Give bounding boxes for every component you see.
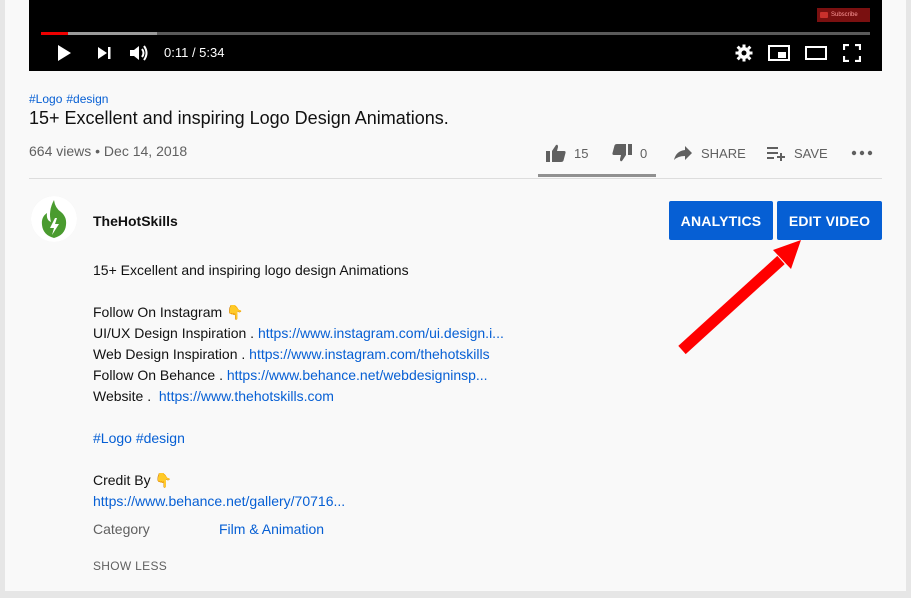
credit-link[interactable]: https://www.behance.net/gallery/70716...: [93, 491, 504, 512]
subscribe-watermark[interactable]: Subscribe: [817, 8, 870, 22]
page-frame: Subscribe 0:11 / 5:34 #Logo #design 15+ …: [5, 0, 906, 591]
hashtag-link[interactable]: #Logo: [29, 92, 62, 106]
analytics-button[interactable]: ANALYTICS: [669, 201, 773, 240]
next-button[interactable]: [93, 42, 115, 64]
more-actions-button[interactable]: [851, 140, 873, 166]
website-label: Website .: [93, 388, 159, 404]
youtube-logo-icon: [820, 12, 828, 18]
description-hashtags[interactable]: #Logo #design: [93, 428, 504, 449]
description-credit: Credit By 👇: [93, 472, 172, 488]
uiux-label: UI/UX Design Inspiration .: [93, 325, 258, 341]
hashtag-link[interactable]: #design: [66, 92, 108, 106]
section-divider: [29, 178, 882, 179]
share-icon: [674, 146, 692, 160]
channel-avatar[interactable]: [31, 196, 77, 242]
gear-icon: [735, 44, 753, 62]
fullscreen-button[interactable]: [841, 42, 863, 64]
fullscreen-icon: [843, 44, 861, 62]
next-icon: [98, 47, 111, 59]
channel-name[interactable]: TheHotSkills: [93, 213, 178, 229]
behance-link[interactable]: https://www.behance.net/webdesigninsp...: [227, 367, 488, 383]
like-dislike-ratio-bar: [538, 174, 656, 177]
video-hashtags: #Logo #design: [29, 92, 112, 106]
behance-label: Follow On Behance .: [93, 367, 227, 383]
miniplayer-button[interactable]: [768, 42, 790, 64]
video-title: 15+ Excellent and inspiring Logo Design …: [29, 108, 449, 128]
thumbs-down-icon: [612, 144, 632, 162]
dislike-count: 0: [640, 145, 648, 161]
show-less-button[interactable]: SHOW LESS: [93, 559, 167, 573]
web-label: Web Design Inspiration .: [93, 346, 250, 362]
more-horizontal-icon: [851, 150, 873, 156]
thumbs-up-icon: [546, 144, 566, 162]
website-link[interactable]: https://www.thehotskills.com: [159, 388, 334, 404]
share-label: SHARE: [701, 145, 746, 161]
dislike-button[interactable]: 0: [612, 140, 647, 166]
description-behance-line: Follow On Behance . https://www.behance.…: [93, 365, 504, 386]
theater-icon: [805, 46, 827, 60]
description-summary: 15+ Excellent and inspiring logo design …: [93, 262, 409, 278]
edit-video-button[interactable]: EDIT VIDEO: [777, 201, 882, 240]
category-link[interactable]: Film & Animation: [219, 521, 324, 537]
description-website-line: Website . https://www.thehotskills.com: [93, 386, 504, 407]
video-description: 15+ Excellent and inspiring logo design …: [93, 260, 504, 512]
time-display: 0:11 / 5:34: [164, 45, 225, 60]
share-button[interactable]: SHARE: [673, 140, 746, 166]
uiux-instagram-link[interactable]: https://www.instagram.com/ui.design.i...: [258, 325, 504, 341]
save-label: SAVE: [794, 145, 828, 161]
description-web-line: Web Design Inspiration . https://www.ins…: [93, 344, 504, 365]
description-uiux-line: UI/UX Design Inspiration . https://www.i…: [93, 323, 504, 344]
volume-icon: [130, 45, 148, 61]
video-player[interactable]: Subscribe 0:11 / 5:34: [29, 0, 882, 71]
video-actions: 15 0 SHARE SAVE: [5, 140, 906, 166]
progress-played: [41, 32, 69, 35]
progress-bar[interactable]: [41, 32, 870, 35]
theater-mode-button[interactable]: [805, 42, 827, 64]
like-button[interactable]: 15: [546, 140, 588, 166]
flame-logo-icon: [31, 196, 77, 242]
subscribe-watermark-label: Subscribe: [831, 12, 858, 18]
like-count: 15: [574, 145, 589, 161]
save-button[interactable]: SAVE: [766, 140, 828, 166]
play-button[interactable]: [53, 42, 75, 64]
play-icon: [58, 45, 71, 61]
miniplayer-icon: [768, 45, 790, 61]
playlist-add-icon: [767, 147, 785, 161]
settings-button[interactable]: [733, 42, 755, 64]
description-follow-instagram: Follow On Instagram 👇: [93, 304, 244, 320]
web-instagram-link[interactable]: https://www.instagram.com/thehotskills: [249, 346, 489, 362]
category-label: Category: [93, 521, 150, 537]
volume-button[interactable]: [128, 42, 150, 64]
